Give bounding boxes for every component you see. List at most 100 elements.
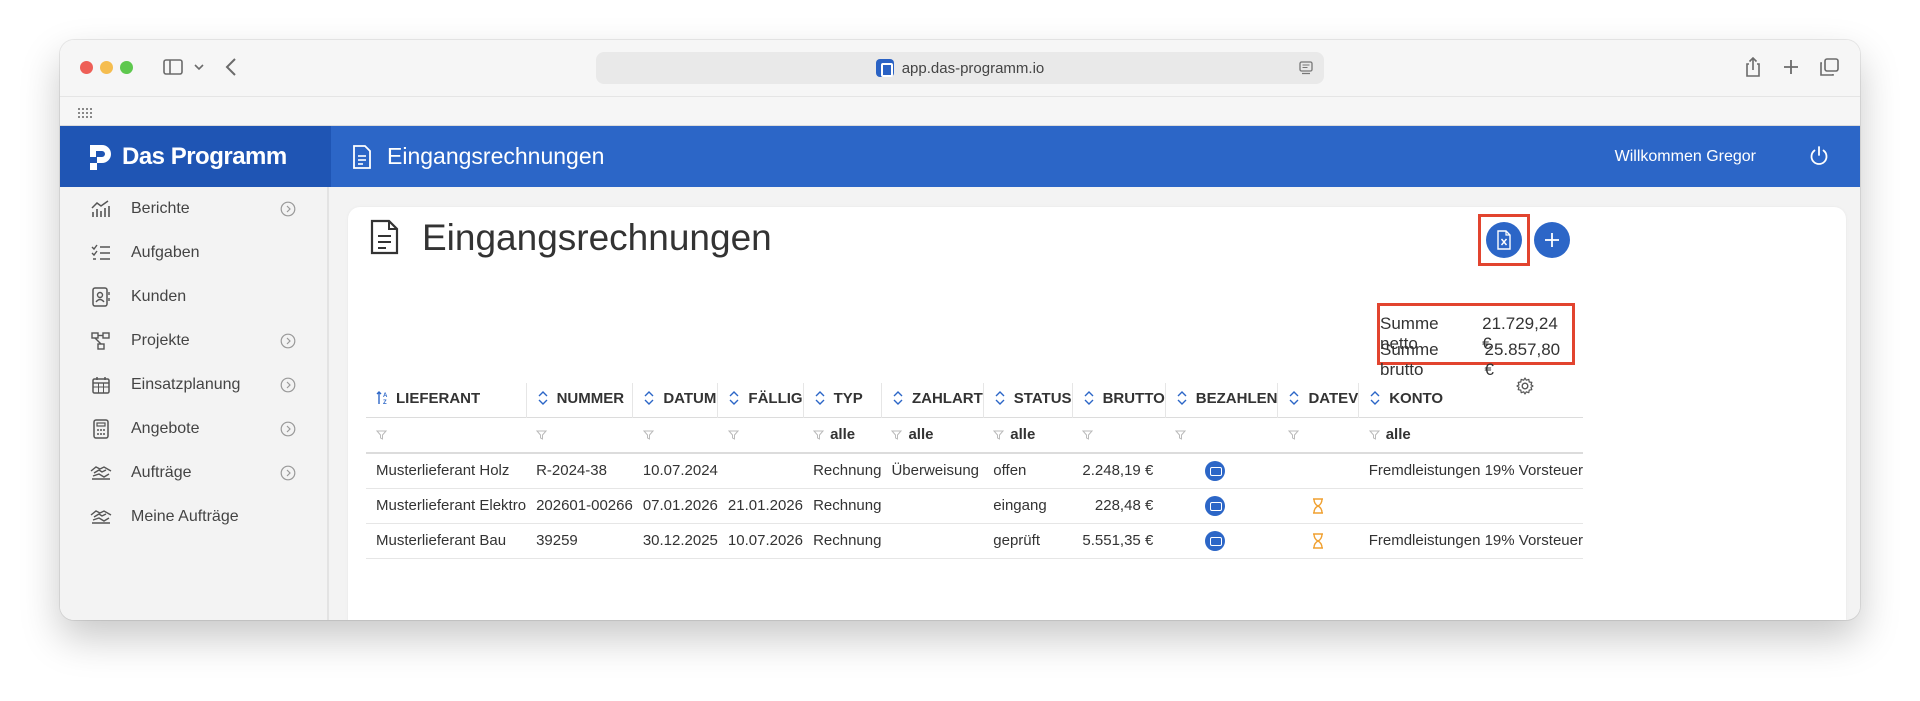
hourglass-icon xyxy=(1312,498,1324,514)
filter-nummer[interactable] xyxy=(526,417,633,454)
filter-status[interactable]: alle xyxy=(983,417,1073,454)
filter-typ[interactable]: alle xyxy=(803,417,882,454)
sidebar: Berichte Aufgaben Kunden Projekte Einsat… xyxy=(60,187,329,620)
column-header-bezahlen[interactable]: BEZAHLEN xyxy=(1165,383,1279,417)
sort-icon[interactable] xyxy=(814,391,826,409)
chevron-right-icon[interactable] xyxy=(280,465,296,481)
cell-datev xyxy=(1277,488,1359,524)
filter-bezahlen[interactable] xyxy=(1165,417,1278,454)
svg-text:A: A xyxy=(383,393,388,399)
filter-icon xyxy=(1287,427,1300,441)
filter-brutto[interactable] xyxy=(1072,417,1166,454)
export-excel-button[interactable] xyxy=(1486,222,1522,258)
column-header-faellig[interactable]: FÄLLIG xyxy=(717,383,804,417)
filter-value: alle xyxy=(1385,426,1411,444)
column-header-konto[interactable]: KONTO xyxy=(1359,383,1583,417)
brand-name: Das Programm xyxy=(122,142,287,170)
pay-icon[interactable] xyxy=(1205,460,1226,481)
chevron-right-icon[interactable] xyxy=(280,377,296,393)
column-header-status[interactable]: STATUS xyxy=(983,383,1073,417)
add-invoice-button[interactable] xyxy=(1534,222,1570,258)
sidebar-item-meine-auftraege[interactable]: Meine Aufträge xyxy=(60,495,329,539)
excel-file-icon xyxy=(1497,230,1511,250)
power-icon[interactable] xyxy=(1808,145,1830,167)
browser-window: app.das-programm.io Das Programm Eingang… xyxy=(60,40,1860,620)
column-label: TYP xyxy=(833,390,863,408)
address-bar[interactable]: app.das-programm.io xyxy=(596,52,1324,84)
minimize-window-button[interactable] xyxy=(100,61,113,74)
filter-konto[interactable]: alle xyxy=(1358,417,1583,454)
cell-brutto: 228,48 € xyxy=(1072,488,1166,524)
cell-status: offen xyxy=(983,453,1073,489)
filter-faellig[interactable] xyxy=(717,417,804,454)
column-header-nummer[interactable]: NUMMER xyxy=(526,383,634,417)
pay-icon[interactable] xyxy=(1205,495,1226,516)
share-icon[interactable] xyxy=(1740,54,1766,80)
tab-overview-icon[interactable] xyxy=(1816,54,1842,80)
zoom-window-button[interactable] xyxy=(120,61,133,74)
filter-value: alle xyxy=(1010,426,1036,444)
filter-datum[interactable] xyxy=(632,417,718,454)
cell-nummer: 39259 xyxy=(526,523,633,559)
close-window-button[interactable] xyxy=(80,61,93,74)
sort-icon[interactable] xyxy=(1083,391,1095,409)
sort-icon[interactable] xyxy=(537,391,549,409)
sidebar-item-auftraege[interactable]: Aufträge xyxy=(60,451,329,495)
pay-icon[interactable] xyxy=(1205,530,1226,551)
cell-brutto: 2.248,19 € xyxy=(1072,453,1166,489)
filter-lieferant[interactable] xyxy=(366,417,527,454)
new-tab-icon[interactable] xyxy=(1778,54,1804,80)
sidebar-toggle-icon[interactable] xyxy=(160,54,186,80)
chevron-down-icon[interactable] xyxy=(186,54,212,80)
filter-icon xyxy=(993,427,1005,441)
filter-icon xyxy=(535,427,548,441)
column-header-datum[interactable]: DATUM xyxy=(632,383,719,417)
cell-faellig: 10.07.2026 xyxy=(717,523,804,559)
sidebar-item-aufgaben[interactable]: Aufgaben xyxy=(60,231,329,275)
chevron-right-icon[interactable] xyxy=(280,333,296,349)
table-row[interactable]: Musterlieferant Bau 39259 30.12.2025 10.… xyxy=(366,523,1583,559)
sidebar-item-berichte[interactable]: Berichte xyxy=(60,187,329,231)
cell-typ: Rechnung xyxy=(803,453,882,489)
column-header-zahlart[interactable]: ZAHLART xyxy=(881,383,984,417)
filter-datev[interactable] xyxy=(1277,417,1359,454)
sort-icon[interactable] xyxy=(1369,391,1381,409)
filter-icon xyxy=(812,427,825,441)
sort-icon[interactable] xyxy=(994,391,1006,409)
sort-icon[interactable] xyxy=(1176,391,1188,409)
column-header-typ[interactable]: TYP xyxy=(803,383,882,417)
sidebar-item-kunden[interactable]: Kunden xyxy=(60,275,329,319)
sidebar-item-projekte[interactable]: Projekte xyxy=(60,319,329,363)
filter-icon xyxy=(1081,427,1094,441)
apps-grid-icon[interactable] xyxy=(78,106,92,118)
sidebar-item-einsatzplanung[interactable]: Einsatzplanung xyxy=(60,363,329,407)
totals-box: Summe netto 21.729,24 € Summe brutto 25.… xyxy=(1377,303,1575,379)
filter-zahlart[interactable]: alle xyxy=(881,417,984,454)
brand-mark-icon xyxy=(88,143,114,171)
reader-icon[interactable] xyxy=(1298,60,1314,76)
column-header-lieferant[interactable]: A Z LIEFERANT xyxy=(366,383,527,417)
url-text: app.das-programm.io xyxy=(901,59,1045,77)
chevron-right-icon[interactable] xyxy=(280,421,296,437)
sort-icon[interactable] xyxy=(1288,391,1300,409)
sort-icon[interactable] xyxy=(643,391,655,409)
filter-icon xyxy=(891,427,903,441)
document-icon xyxy=(351,144,373,169)
cell-datum: 30.12.2025 xyxy=(632,523,718,559)
cell-bezahlen xyxy=(1165,453,1278,489)
column-label: BEZAHLEN xyxy=(1195,390,1278,408)
sort-icon[interactable] xyxy=(728,391,740,409)
sort-icon[interactable] xyxy=(892,391,904,409)
chevron-right-icon[interactable] xyxy=(280,201,296,217)
sort-ascending-icon[interactable]: AZ xyxy=(376,391,388,409)
brand-logo[interactable]: Das Programm xyxy=(60,126,331,187)
column-header-brutto[interactable]: BRUTTO xyxy=(1072,383,1166,417)
column-header-datev[interactable]: DATEV xyxy=(1277,383,1360,417)
sidebar-item-angebote[interactable]: Angebote xyxy=(60,407,329,451)
table-row[interactable]: Musterlieferant Holz R-2024-38 10.07.202… xyxy=(366,453,1583,489)
sidebar-item-label: Berichte xyxy=(131,200,190,217)
table-row[interactable]: Musterlieferant Elektro 202601-00266 07.… xyxy=(366,488,1583,524)
cell-datum: 10.07.2024 xyxy=(632,453,718,489)
back-icon[interactable] xyxy=(218,54,244,80)
filter-icon xyxy=(727,427,740,441)
